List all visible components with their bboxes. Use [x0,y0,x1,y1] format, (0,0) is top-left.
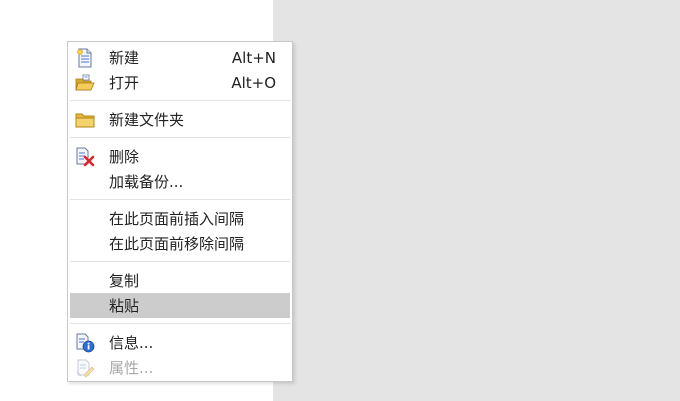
menu-label-delete: 删除 [109,148,140,166]
menu-item-new[interactable]: 新建 Alt+N [70,45,290,70]
menu-label-paste: 粘贴 [109,297,140,315]
menu-separator [70,100,290,101]
menu-separator [70,323,290,324]
menu-separator [70,199,290,200]
menu-label-info: 信息... [109,334,154,352]
info-icon [75,333,95,353]
menu-label-new: 新建 [109,49,140,67]
menu-item-paste[interactable]: 粘贴 [70,293,290,318]
menu-item-new-folder[interactable]: 新建文件夹 [70,107,290,132]
menu-item-load-backup[interactable]: 加载备份... [70,169,290,194]
menu-item-open[interactable]: 打开 Alt+O [70,70,290,95]
menu-label-insert-gap: 在此页面前插入间隔 [109,210,245,228]
menu-label-remove-gap: 在此页面前移除间隔 [109,235,245,253]
menu-item-properties[interactable]: 属性... [70,355,290,380]
delete-icon [75,147,95,167]
shortcut-new: Alt+N [231,49,276,67]
properties-icon [75,358,95,378]
menu-item-remove-gap[interactable]: 在此页面前移除间隔 [70,231,290,256]
menu-separator [70,137,290,138]
menu-label-load-backup: 加载备份... [109,173,184,191]
menu-item-insert-gap[interactable]: 在此页面前插入间隔 [70,206,290,231]
menu-label-copy: 复制 [109,272,140,290]
right-pane [273,0,680,401]
menu-separator [70,261,290,262]
new-document-icon [75,48,95,68]
open-folder-icon [75,73,95,93]
menu-label-properties: 属性... [109,359,154,377]
menu-item-copy[interactable]: 复制 [70,268,290,293]
context-menu: 新建 Alt+N 打开 Alt+O 新建文件夹 删除 加载备份... 在此页面前… [67,41,293,382]
shortcut-open: Alt+O [231,74,276,92]
menu-item-info[interactable]: 信息... [70,330,290,355]
menu-label-open: 打开 [109,74,140,92]
menu-label-new-folder: 新建文件夹 [109,111,185,129]
folder-icon [75,110,95,130]
menu-item-delete[interactable]: 删除 [70,144,290,169]
